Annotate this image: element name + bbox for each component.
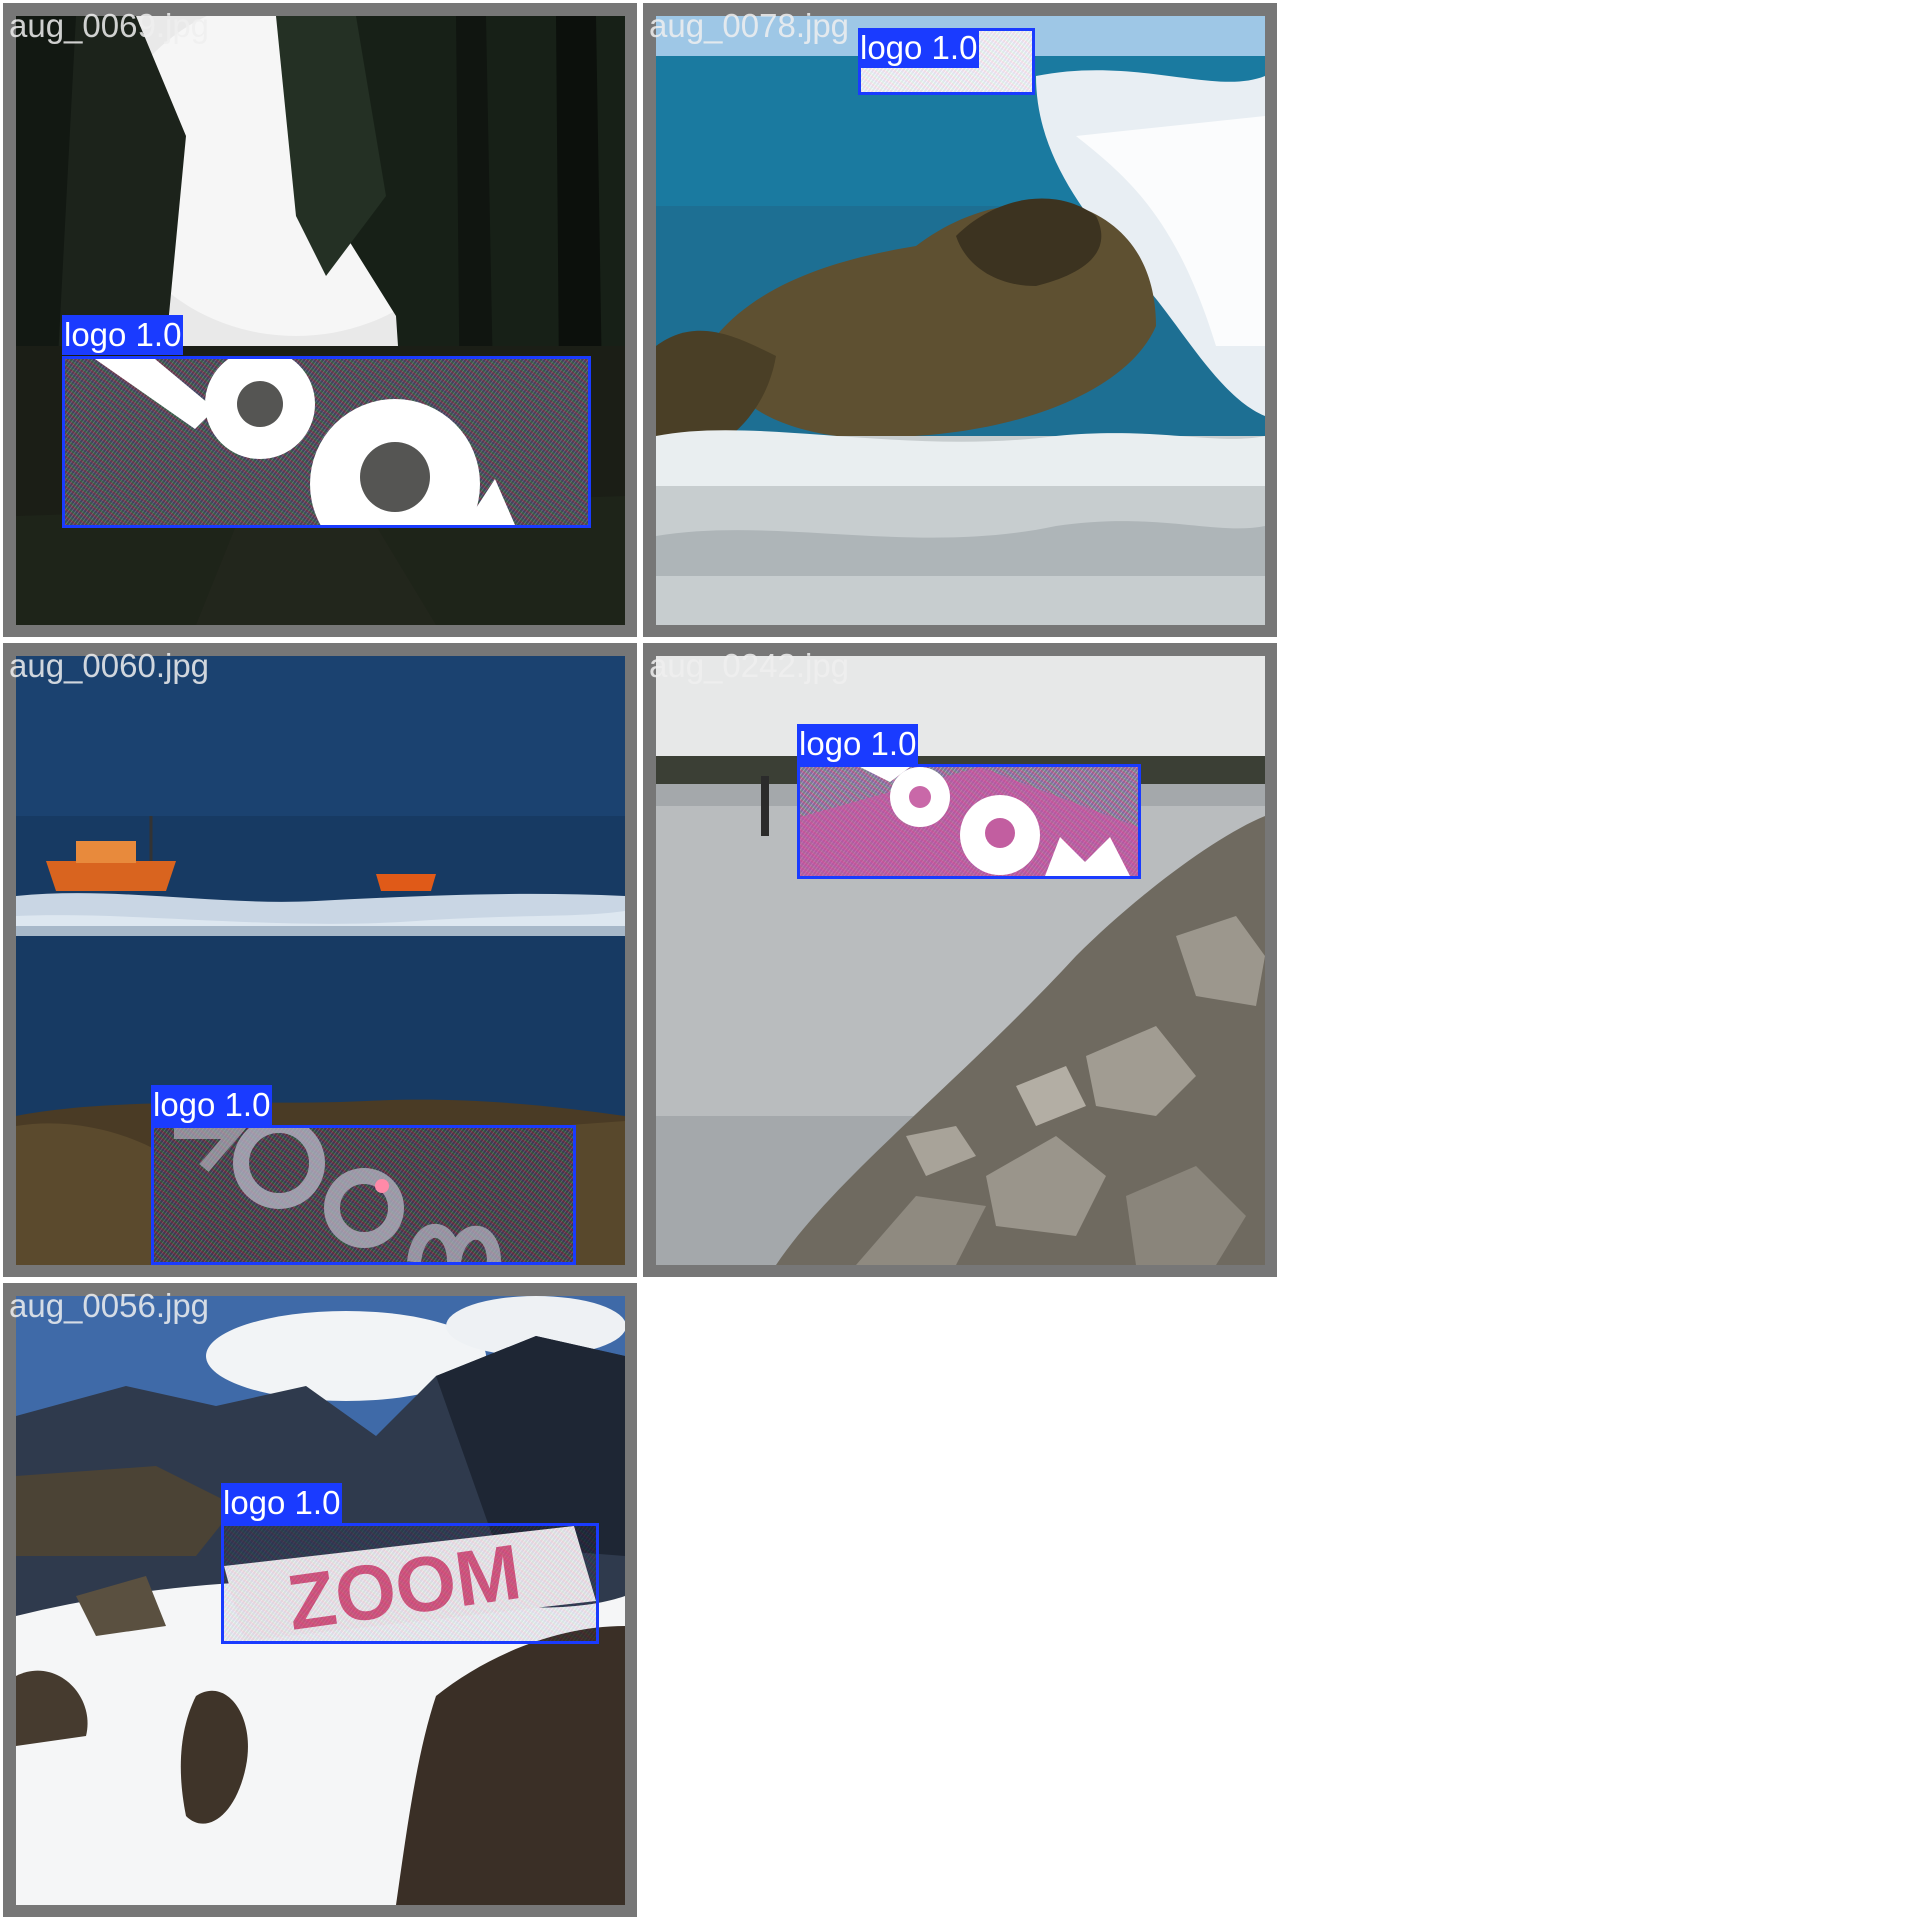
image-filename: aug_0060.jpg [9, 647, 210, 684]
detection-label: logo 1.0 [797, 724, 919, 764]
logo-noise-overlay [224, 1526, 596, 1641]
logo-graphic [800, 767, 1138, 876]
image-tile-1: aug_0069.jpg logo 1.0 [0, 0, 640, 640]
image-filename: aug_0078.jpg [649, 7, 850, 44]
image-tile-4: aug_0242.jpg logo 1.0 [640, 640, 1280, 1280]
logo-graphic [95, 359, 515, 525]
ocean-wave-rocks-image [656, 16, 1265, 625]
lake-rocky-shore-image [656, 656, 1265, 1265]
detection-label: logo 1.0 [858, 28, 980, 68]
image-filename: aug_0069.jpg [9, 7, 210, 44]
detection-label: logo 1.0 [62, 315, 184, 355]
logo-bounding-box [151, 1125, 576, 1265]
image-tile-5: aug_0056.jpg ZOOM logo 1.0 [0, 1280, 640, 1920]
tile-image [656, 16, 1265, 625]
logo-bounding-box [797, 764, 1141, 879]
detection-label: logo 1.0 [151, 1085, 273, 1125]
image-filename: aug_0242.jpg [649, 647, 850, 684]
logo-bounding-box: ZOOM [221, 1523, 599, 1644]
logo-graphic [174, 1128, 501, 1262]
image-filename: aug_0056.jpg [9, 1287, 210, 1324]
logo-bounding-box [62, 356, 591, 528]
image-tile-2: aug_0078.jpg logo 1.0 [640, 0, 1280, 640]
tile-image [656, 656, 1265, 1265]
detection-label: logo 1.0 [221, 1483, 343, 1523]
image-tile-3: aug_0060.jpg logo 1.0 [0, 640, 640, 1280]
